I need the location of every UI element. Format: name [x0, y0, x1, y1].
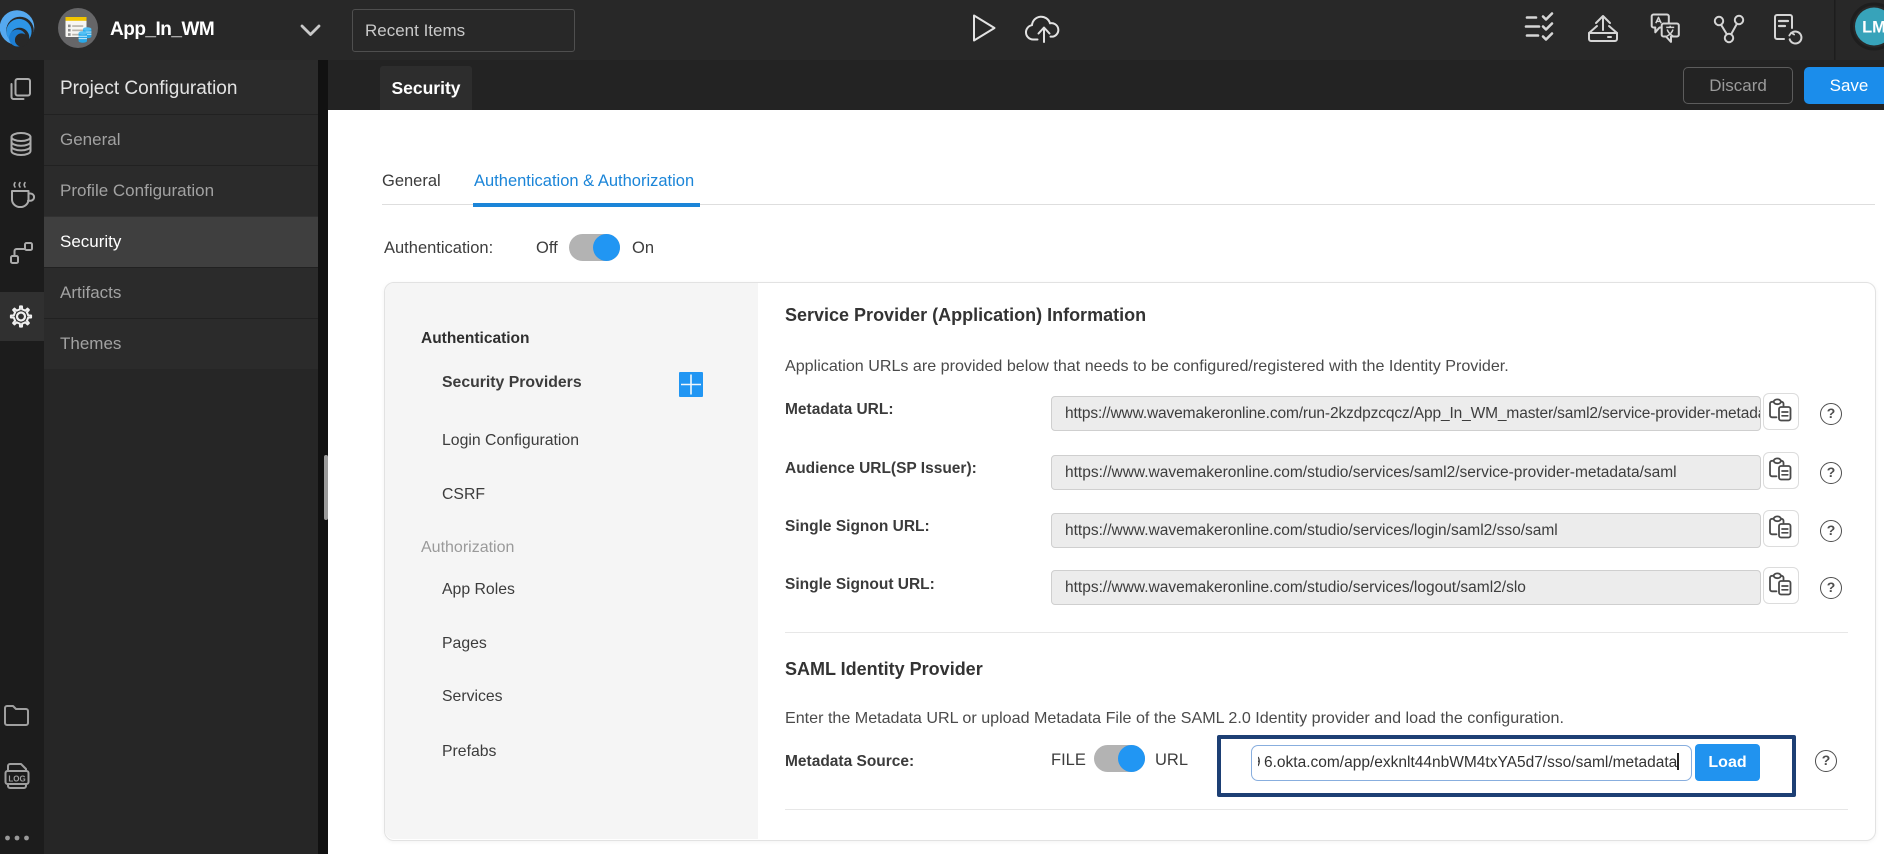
svg-text:LM: LM [1862, 19, 1884, 37]
svg-text:LOG: LOG [8, 775, 25, 784]
